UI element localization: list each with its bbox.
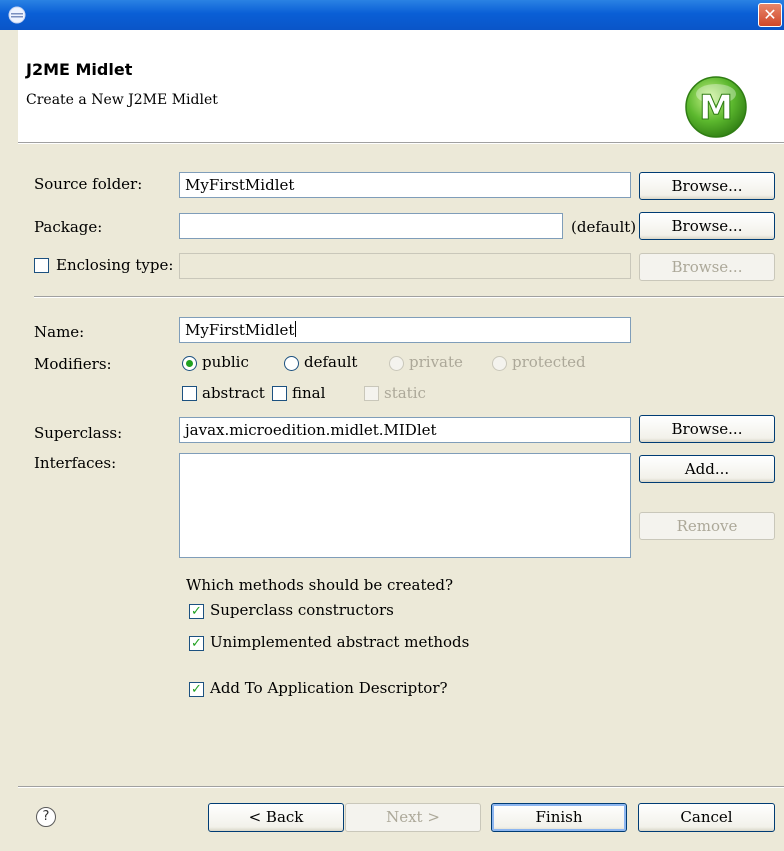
help-icon[interactable]: ?	[36, 807, 56, 827]
eclipse-icon	[8, 6, 26, 24]
enclosing-type-checkbox[interactable]	[34, 258, 49, 273]
source-folder-label: Source folder:	[34, 175, 143, 193]
close-icon[interactable]: ✕	[758, 3, 782, 27]
text-caret	[295, 321, 297, 337]
wizard-header	[18, 30, 784, 142]
modifier-public-radio[interactable]	[182, 356, 197, 371]
package-browse-button[interactable]: Browse...	[639, 212, 775, 240]
superclass-label: Superclass:	[34, 424, 123, 442]
name-input-value: MyFirstMidlet	[185, 321, 295, 339]
source-folder-input[interactable]: MyFirstMidlet	[179, 172, 631, 198]
page-subtitle: Create a New J2ME Midlet	[26, 92, 218, 108]
name-label: Name:	[34, 323, 85, 341]
enclosing-type-label: Enclosing type:	[56, 256, 174, 274]
static-checkbox	[364, 386, 379, 401]
modifier-protected-radio	[492, 356, 507, 371]
footer-divider-highlight	[18, 787, 784, 788]
modifier-public-label: public	[202, 353, 249, 371]
interfaces-label: Interfaces:	[34, 454, 117, 472]
add-to-descriptor-checkbox[interactable]: ✓	[189, 682, 204, 697]
title-bar	[0, 0, 784, 30]
interfaces-list[interactable]	[179, 453, 631, 558]
final-checkbox[interactable]	[272, 386, 287, 401]
unimplemented-methods-checkbox[interactable]: ✓	[189, 636, 204, 651]
enclosing-type-browse-button: Browse...	[639, 253, 775, 281]
add-to-descriptor-label: Add To Application Descriptor?	[210, 679, 448, 697]
superclass-browse-button[interactable]: Browse...	[639, 415, 775, 443]
midlet-logo-icon: M	[685, 76, 747, 138]
next-button: Next >	[345, 803, 481, 832]
radio-selected-dot	[186, 360, 193, 367]
remove-interface-button: Remove	[639, 512, 775, 540]
checkmark-icon: ✓	[191, 682, 202, 697]
superclass-constructors-label: Superclass constructors	[210, 601, 394, 619]
superclass-input[interactable]: javax.microedition.midlet.MIDlet	[179, 417, 631, 443]
finish-button[interactable]: Finish	[491, 803, 627, 832]
add-interface-button[interactable]: Add...	[639, 455, 775, 483]
unimplemented-methods-label: Unimplemented abstract methods	[210, 633, 470, 651]
modifier-private-radio	[389, 356, 404, 371]
modifier-protected-label: protected	[512, 353, 586, 371]
modifiers-label: Modifiers:	[34, 355, 112, 373]
name-input[interactable]: MyFirstMidlet	[179, 317, 631, 343]
abstract-label: abstract	[202, 384, 265, 402]
modifier-default-label: default	[304, 353, 358, 371]
checkmark-icon: ✓	[191, 636, 202, 651]
logo-letter: M	[699, 88, 733, 128]
package-input[interactable]	[179, 213, 563, 239]
abstract-checkbox[interactable]	[182, 386, 197, 401]
back-button[interactable]: < Back	[208, 803, 344, 832]
checkmark-icon: ✓	[191, 604, 202, 619]
source-folder-browse-button[interactable]: Browse...	[639, 172, 775, 200]
form-divider-highlight	[34, 297, 784, 298]
cancel-button[interactable]: Cancel	[638, 803, 775, 832]
package-label: Package:	[34, 218, 103, 236]
modifier-private-label: private	[409, 353, 463, 371]
final-label: final	[292, 384, 326, 402]
package-default-hint: (default)	[571, 218, 637, 236]
superclass-constructors-checkbox[interactable]: ✓	[189, 604, 204, 619]
header-divider-highlight	[18, 143, 784, 144]
methods-question: Which methods should be created?	[186, 576, 453, 594]
enclosing-type-input	[179, 253, 631, 279]
modifier-default-radio[interactable]	[284, 356, 299, 371]
static-label: static	[384, 384, 426, 402]
page-title: J2ME Midlet	[26, 60, 133, 79]
